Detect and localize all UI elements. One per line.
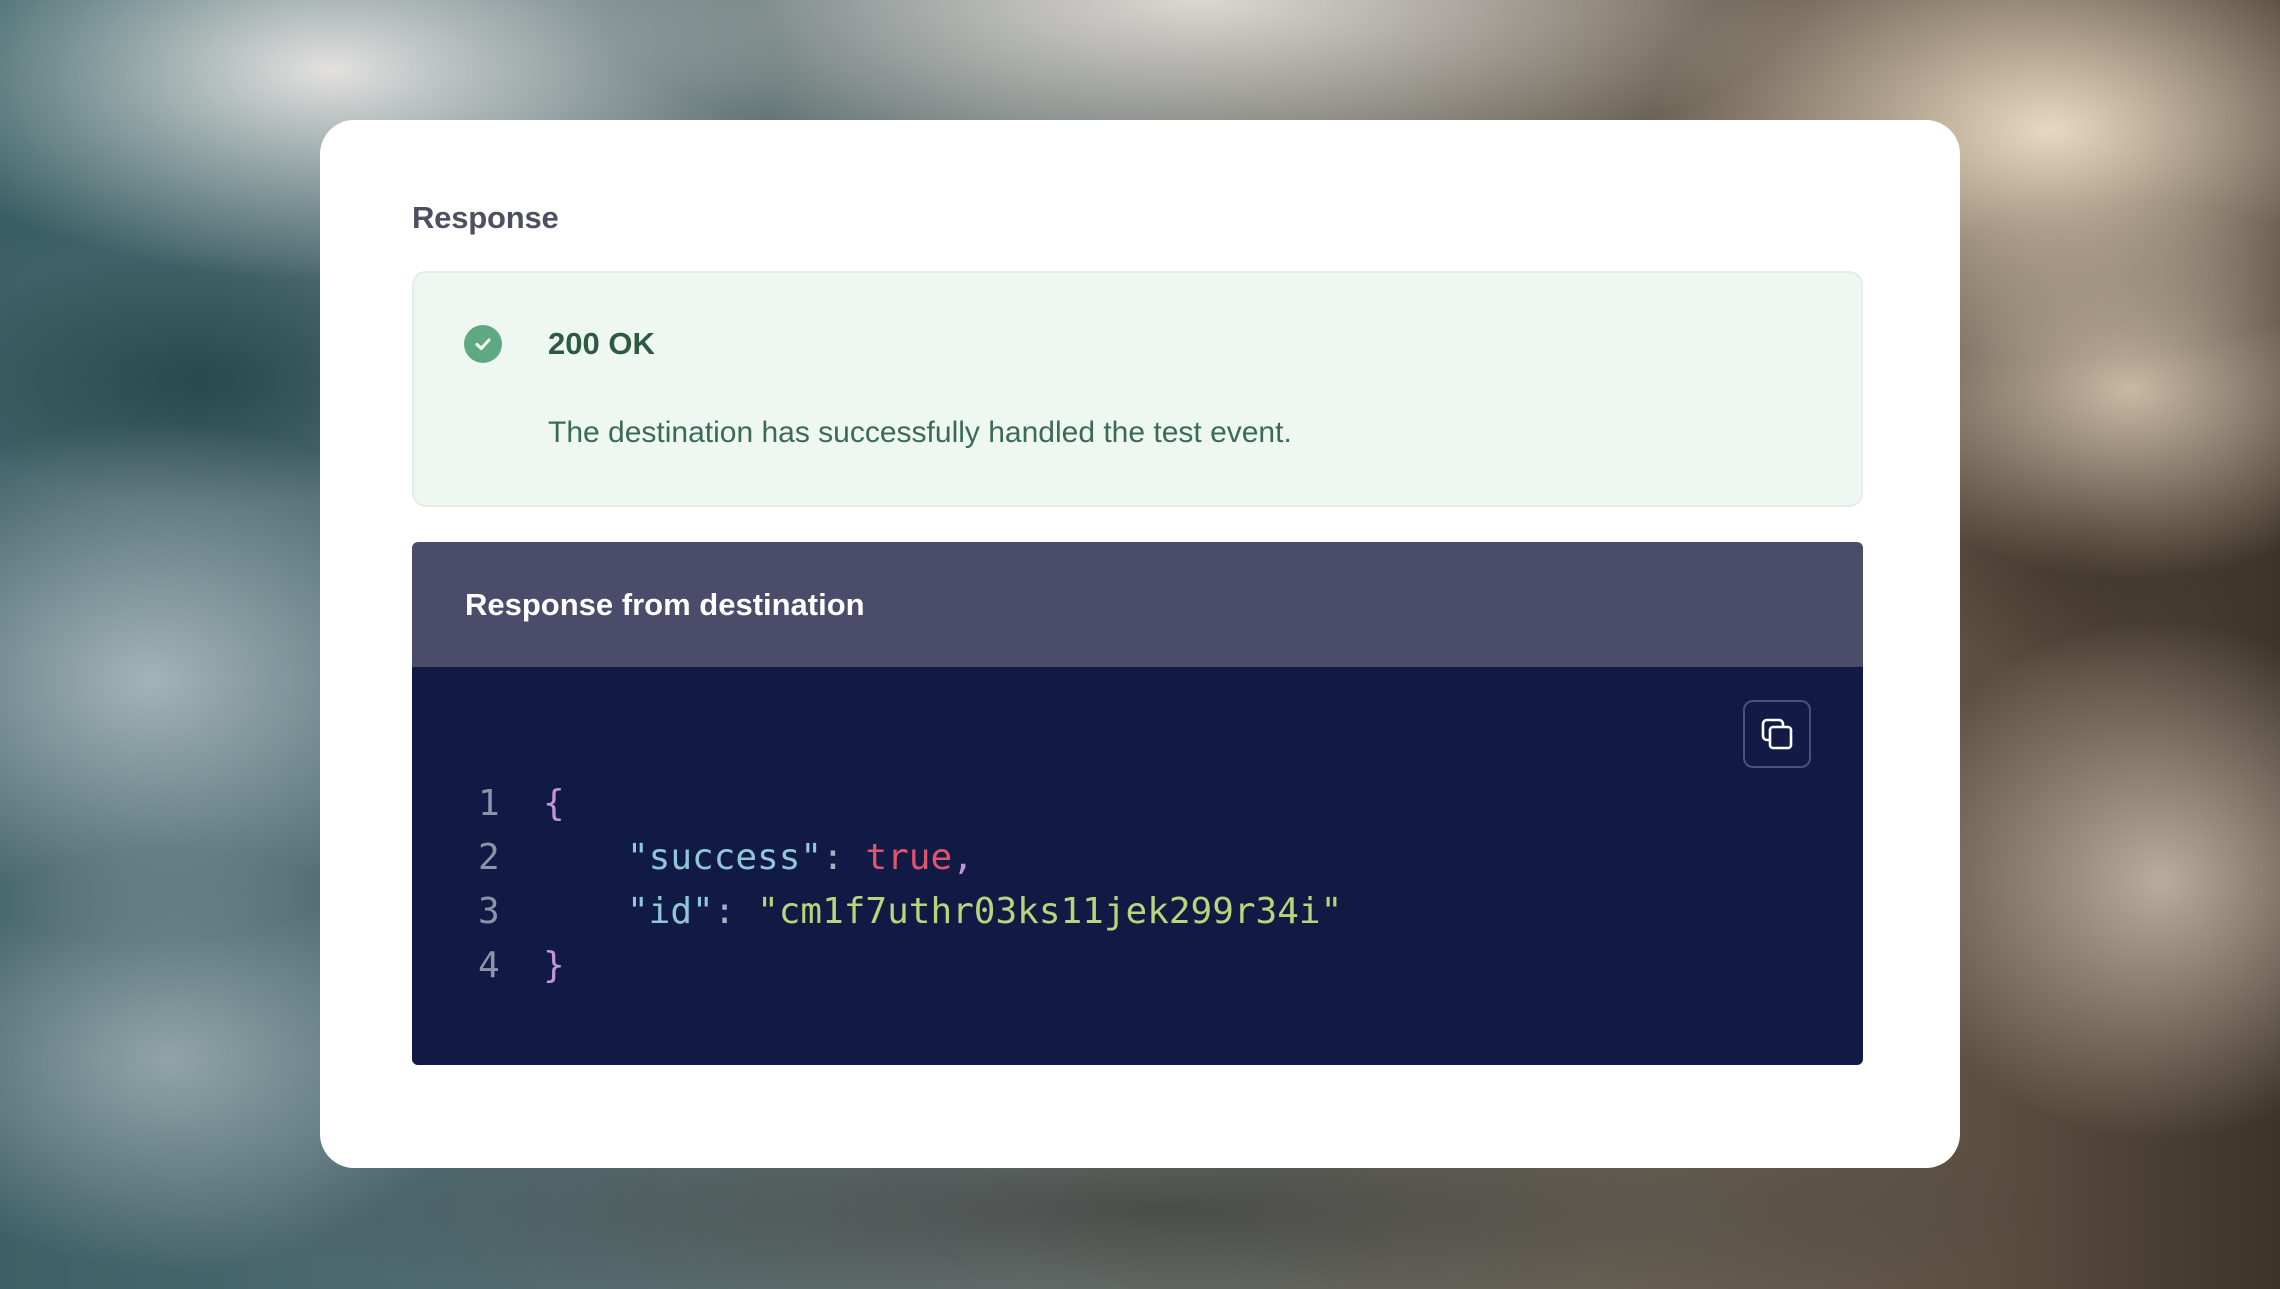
section-title: Response [412, 200, 559, 235]
json-boolean-value: true [865, 837, 953, 878]
response-code-block: Response from destination 1 { 2 "success… [412, 542, 1863, 1065]
code-line: 4 } [478, 939, 1863, 993]
json-colon: : [822, 837, 866, 878]
copy-button[interactable] [1743, 700, 1811, 768]
check-circle-icon [464, 325, 502, 363]
code-line: 2 "success" : true , [478, 831, 1863, 885]
open-brace: { [543, 783, 565, 824]
json-key: "id" [627, 891, 714, 932]
line-number: 3 [478, 891, 500, 932]
json-key: "success" [627, 837, 823, 878]
line-number: 4 [478, 945, 500, 986]
json-comma: , [952, 837, 974, 878]
close-brace: } [543, 945, 565, 986]
code-block-header: Response from destination [412, 542, 1863, 667]
line-number: 1 [478, 783, 500, 824]
code-body: 1 { 2 "success" : true , 3 "id" : "cm1f7… [412, 667, 1863, 1065]
response-card: Response 200 OK The destination has succ… [320, 120, 1960, 1168]
success-alert: 200 OK The destination has successfully … [412, 271, 1863, 507]
code-line: 3 "id" : "cm1f7uthr03ks11jek299r34i" [478, 885, 1863, 939]
status-code: 200 OK [548, 326, 655, 361]
code-block-title: Response from destination [465, 586, 865, 622]
json-colon: : [713, 891, 758, 932]
copy-icon [1761, 718, 1793, 750]
status-message: The destination has successfully handled… [548, 416, 1292, 449]
line-number: 2 [478, 837, 500, 878]
json-string-value: "cm1f7uthr03ks11jek299r34i" [757, 891, 1343, 932]
code-line: 1 { [478, 777, 1863, 831]
